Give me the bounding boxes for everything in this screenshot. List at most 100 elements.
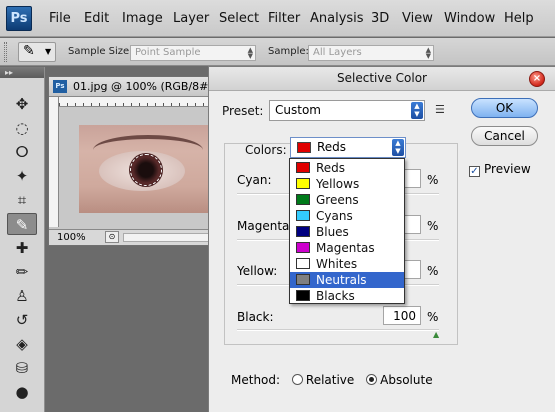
chevron-down-icon: ▼ xyxy=(45,47,52,56)
color-option-neutrals[interactable]: Neutrals xyxy=(290,272,404,288)
sample-size-label: Sample Size: xyxy=(68,46,133,57)
tools-panel-header[interactable]: ▸▸ xyxy=(0,67,44,78)
history-brush-icon[interactable]: ↺ xyxy=(7,309,37,331)
status-bar: 100% ⊙ xyxy=(49,229,217,245)
color-swatch xyxy=(296,194,310,205)
spinner-icon: ▲ ▼ xyxy=(247,46,253,60)
color-option-greens[interactable]: Greens xyxy=(290,192,404,208)
method-relative-radio[interactable] xyxy=(291,374,303,385)
menu-3d[interactable]: 3D xyxy=(371,11,389,26)
sample-size-select[interactable]: Point Sample ▲ ▼ xyxy=(130,45,256,61)
preview-checkbox[interactable]: ✓ Preview xyxy=(469,162,531,177)
image-canvas[interactable] xyxy=(79,125,219,213)
sample-label: Sample: xyxy=(268,46,309,57)
preview-label: Preview xyxy=(484,162,531,176)
eraser-icon[interactable]: ◈ xyxy=(7,333,37,355)
method-group: Method: Relative Absolute xyxy=(231,373,433,387)
color-swatch xyxy=(296,242,310,253)
crop-icon[interactable]: ⌗ xyxy=(7,189,37,211)
document-window: Ps 01.jpg @ 100% (RGB/8# 100% ⊙ xyxy=(48,76,219,246)
preset-options-icon[interactable]: ☰ xyxy=(435,103,445,116)
menu-edit[interactable]: Edit xyxy=(84,11,109,26)
zoom-level[interactable]: 100% xyxy=(57,232,86,243)
spinner-icon: ▲ ▼ xyxy=(425,46,431,60)
yellow-label: Yellow: xyxy=(237,264,278,278)
eyedropper-icon[interactable]: ✎ xyxy=(7,213,37,235)
ok-button[interactable]: OK xyxy=(471,98,538,118)
color-option-blues[interactable]: Blues xyxy=(290,224,404,240)
color-option-label: Neutrals xyxy=(316,273,367,287)
sample-value: All Layers xyxy=(313,47,362,58)
black-label: Black: xyxy=(237,310,274,324)
color-option-magentas[interactable]: Magentas xyxy=(290,240,404,256)
color-option-cyans[interactable]: Cyans xyxy=(290,208,404,224)
color-swatch xyxy=(296,210,310,221)
colors-label: Colors: xyxy=(245,143,287,157)
cyan-unit: % xyxy=(427,173,439,187)
brush-icon[interactable]: ✏ xyxy=(7,261,37,283)
color-option-whites[interactable]: Whites xyxy=(290,256,404,272)
lasso-icon[interactable]: ⵔ xyxy=(7,141,37,163)
tool-preset-picker[interactable]: ✎ ▼ xyxy=(18,42,56,62)
black-slider[interactable] xyxy=(237,329,439,331)
preset-label: Preset: xyxy=(222,104,264,118)
menu-help[interactable]: Help xyxy=(504,11,534,26)
vertical-ruler xyxy=(49,97,59,227)
marquee-icon[interactable]: ◌ xyxy=(7,117,37,139)
magic-wand-icon[interactable]: ✦ xyxy=(7,165,37,187)
color-option-label: Yellows xyxy=(316,177,360,191)
chevron-updown-icon: ▲ ▼ xyxy=(392,139,404,156)
color-option-reds[interactable]: Reds xyxy=(290,160,404,176)
panel-grip[interactable] xyxy=(4,42,7,62)
menu-bar: Ps File Edit Image Layer Select Filter A… xyxy=(0,0,555,37)
photoshop-logo: Ps xyxy=(6,6,32,31)
healing-icon[interactable]: ✚ xyxy=(7,237,37,259)
close-button[interactable]: × xyxy=(529,71,545,87)
menu-filter[interactable]: Filter xyxy=(268,11,300,26)
menu-image[interactable]: Image xyxy=(122,11,163,26)
black-slider-thumb[interactable]: ▲ xyxy=(433,331,442,339)
menu-file[interactable]: File xyxy=(49,11,71,26)
dodge-icon[interactable]: ● xyxy=(7,381,37,403)
options-bar: ✎ ▼ Sample Size: Point Sample ▲ ▼ Sample:… xyxy=(0,38,555,66)
paint-bucket-icon[interactable]: ⛁ xyxy=(7,357,37,379)
colors-dropdown-list: Reds Yellows Greens Cyans Blues Magentas… xyxy=(289,158,405,304)
colors-select[interactable]: Reds ▲ ▼ xyxy=(290,137,406,158)
menu-layer[interactable]: Layer xyxy=(173,11,209,26)
black-input[interactable]: 100 xyxy=(383,306,421,325)
color-option-label: Magentas xyxy=(316,241,375,255)
cancel-button[interactable]: Cancel xyxy=(471,126,538,146)
document-tab[interactable]: Ps 01.jpg @ 100% (RGB/8# xyxy=(49,77,217,97)
color-swatch xyxy=(296,258,310,269)
horizontal-scrollbar[interactable] xyxy=(123,233,213,242)
sample-size-value: Point Sample xyxy=(135,47,201,58)
checkbox-checked-icon: ✓ xyxy=(469,166,480,177)
color-option-yellows[interactable]: Yellows xyxy=(290,176,404,192)
color-swatch xyxy=(296,162,310,173)
color-swatch xyxy=(296,178,310,189)
method-absolute-radio[interactable] xyxy=(366,374,378,385)
color-option-label: Cyans xyxy=(316,209,353,223)
color-option-label: Reds xyxy=(316,161,346,175)
move-icon[interactable]: ✥ xyxy=(7,93,37,115)
status-menu-icon[interactable]: ⊙ xyxy=(105,231,119,243)
menu-analysis[interactable]: Analysis xyxy=(310,11,364,26)
color-option-blacks[interactable]: Blacks xyxy=(290,288,404,304)
menu-select[interactable]: Select xyxy=(219,11,259,26)
color-swatch xyxy=(296,290,310,301)
color-swatch xyxy=(296,226,310,237)
horizontal-ruler xyxy=(59,97,219,107)
color-option-label: Greens xyxy=(316,193,359,207)
tools-panel: ▸▸ ✥ ◌ ⵔ ✦ ⌗ ✎ ✚ ✏ ♙ ↺ ◈ ⛁ ● xyxy=(0,67,45,412)
color-swatch xyxy=(297,142,311,153)
menu-view[interactable]: View xyxy=(402,11,433,26)
colors-value: Reds xyxy=(317,140,347,154)
clone-stamp-icon[interactable]: ♙ xyxy=(7,285,37,307)
preset-value: Custom xyxy=(275,103,321,117)
color-swatch xyxy=(296,274,310,285)
sample-select[interactable]: All Layers ▲ ▼ xyxy=(308,45,434,61)
preset-select[interactable]: Custom ▲ ▼ xyxy=(269,100,425,121)
document-title: 01.jpg @ 100% (RGB/8# xyxy=(73,80,209,93)
method-absolute-label: Absolute xyxy=(380,373,433,387)
menu-window[interactable]: Window xyxy=(444,11,495,26)
